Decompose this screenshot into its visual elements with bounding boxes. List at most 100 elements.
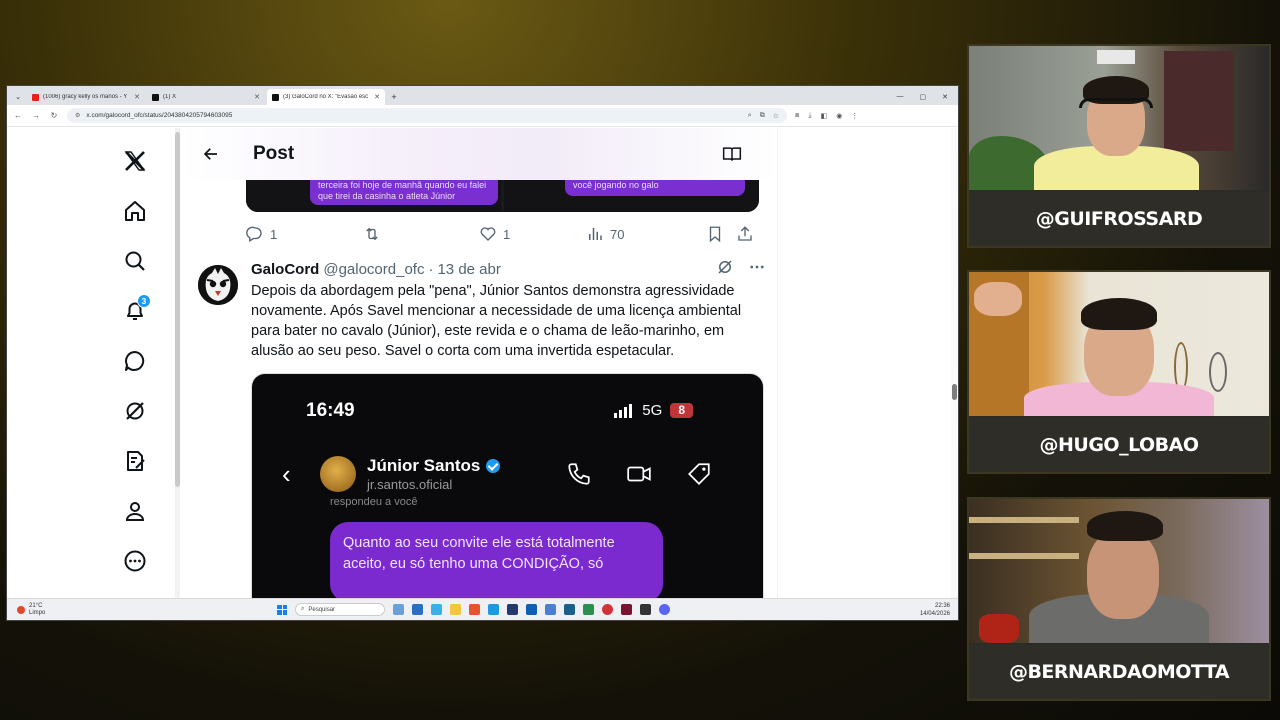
weather-icon [17,605,25,614]
app-icon[interactable] [621,604,632,615]
tweet-date[interactable]: 13 de abr [437,261,500,278]
url-field[interactable]: ⚙ x.com/galocord_ofc/status/204380420579… [67,108,787,123]
share-button[interactable] [736,225,754,243]
forward-arrow-icon[interactable]: → [31,111,41,120]
window-controls: — ▢ ✕ [897,88,959,105]
chat-icon[interactable] [115,336,155,386]
tab-youtube[interactable]: (1006) gracy kelly os manos - Y ✕ [27,89,145,105]
youtube-icon [32,93,39,101]
menu-kebab-icon[interactable]: ⋮ [851,112,858,120]
reply-button[interactable]: 1 [246,225,363,243]
views-button[interactable]: 70 [586,225,706,243]
site-info-icon[interactable]: ⚙ [75,112,80,119]
reader-mode-icon[interactable] [722,144,742,164]
notification-badge: 3 [137,294,151,308]
windows-taskbar: 21°C Limpo ⌕ Pesquisar 22:36 14/04/2026 [7,598,958,620]
prev-tweet-actions: 1 1 70 [246,223,759,245]
more-options-icon[interactable] [748,258,766,280]
discord-icon[interactable] [659,604,670,615]
profile-avatar-icon[interactable]: ◉ [836,112,842,120]
reload-icon[interactable]: ↻ [49,111,59,120]
chevron-left-icon: ‹ [282,458,291,489]
grok-icon[interactable] [115,386,155,436]
bell-icon[interactable]: 3 [115,286,155,336]
install-icon[interactable]: ⧉ [760,112,765,120]
tweet-text: Depois da abordagem pela "pena", Júnior … [251,283,742,359]
like-button[interactable]: 1 [479,225,586,243]
bookmark-button[interactable] [706,225,736,243]
author-handle[interactable]: @galocord_ofc [323,261,424,278]
responded-label: respondeu a você [330,496,418,508]
system-clock[interactable]: 22:36 14/04/2026 [920,602,950,618]
new-tab-button[interactable]: + [387,89,401,105]
profile-icon[interactable] [115,486,155,536]
home-icon[interactable] [115,186,155,236]
nav-scrollbar[interactable] [175,128,180,602]
zoom-icon[interactable]: ⌕ [748,112,752,120]
office-icon[interactable] [469,604,480,615]
windows-start-icon[interactable] [277,604,287,615]
sidepanel-icon[interactable]: ◧ [821,112,828,120]
chat-message: Quanto ao seu convite ele está totalment… [330,522,663,602]
tab-list-icon[interactable]: ⌄ [11,88,25,105]
author-name[interactable]: GaloCord [251,261,319,278]
star-icon[interactable]: ☆ [773,112,779,120]
url-text: x.com/galocord_ofc/status/20438042057946… [86,112,233,119]
views-icon [589,228,602,240]
tab-title: (3) GaloCord no X: "Evasão esc [283,94,369,100]
webcam-video [969,46,1269,190]
bookmark-icon [709,226,721,243]
webcam-handle: @HUGO_LOBAO [969,418,1269,472]
search-icon[interactable] [115,236,155,286]
reply-count: 1 [270,226,278,242]
extensions-icon[interactable]: ⧈ [795,112,799,120]
more-icon[interactable] [115,536,155,586]
tab-title: (1006) gracy kelly os manos - Y [43,94,128,100]
separator-dot: · [428,260,434,278]
webcam-video [969,272,1269,416]
app-icon[interactable] [564,604,575,615]
page-scrollbar[interactable] [951,128,958,602]
page-title: Post [253,143,295,164]
app-icon[interactable] [507,604,518,615]
download-icon[interactable]: ⤓ [808,112,811,120]
close-icon[interactable]: ✕ [254,93,260,101]
webcam-handle: @BERNARDAOMOTTA [969,645,1269,699]
maximize-icon[interactable]: ▢ [920,93,927,101]
chat-header: ‹ Júnior Santos jr.santos.oficial [282,452,712,496]
app-icon[interactable] [640,604,651,615]
tweet-media[interactable]: 16:49 5G 8 ‹ Júnior Santos jr.santos.ofi… [251,373,764,602]
app-icon[interactable] [545,604,556,615]
clock-date: 14/04/2026 [919,610,950,617]
close-window-icon[interactable]: ✕ [942,93,948,101]
back-arrow-icon[interactable] [199,142,223,166]
video-icon [627,466,651,482]
x-logo-icon[interactable] [115,136,155,186]
close-icon[interactable]: ✕ [374,93,380,101]
dropbox-icon[interactable] [526,604,537,615]
close-icon[interactable]: ✕ [134,93,140,101]
taskbar-search[interactable]: ⌕ Pesquisar [295,603,385,616]
minimize-icon[interactable]: — [897,93,904,100]
taskview-icon[interactable] [412,604,423,615]
repost-button[interactable] [363,225,479,243]
compose-icon[interactable] [115,436,155,486]
grok-icon[interactable] [716,258,734,280]
copilot-icon[interactable] [431,604,442,615]
avatar[interactable] [198,265,238,305]
views-count: 70 [610,226,625,242]
tab-galocord-post[interactable]: (3) GaloCord no X: "Evasão esc ✕ [267,89,385,105]
edge-icon[interactable] [488,604,499,615]
app-icon[interactable] [583,604,594,615]
chrome-icon[interactable] [602,604,613,615]
contact-avatar [320,456,356,492]
back-arrow-icon[interactable]: ← [13,111,23,120]
weather-widget[interactable]: 21°C Limpo [17,603,277,617]
webcam-panel-3: @BERNARDAOMOTTA [967,497,1271,701]
tab-x-home[interactable]: (1) X ✕ [147,89,265,105]
file-explorer-icon[interactable] [450,604,461,615]
widgets-icon[interactable] [393,604,404,615]
tab-bar: ⌄ (1006) gracy kelly os manos - Y ✕ (1) … [7,86,958,105]
contact-name: Júnior Santos [367,456,481,475]
address-bar-row: ← → ↻ ⚙ x.com/galocord_ofc/status/204380… [7,105,958,127]
